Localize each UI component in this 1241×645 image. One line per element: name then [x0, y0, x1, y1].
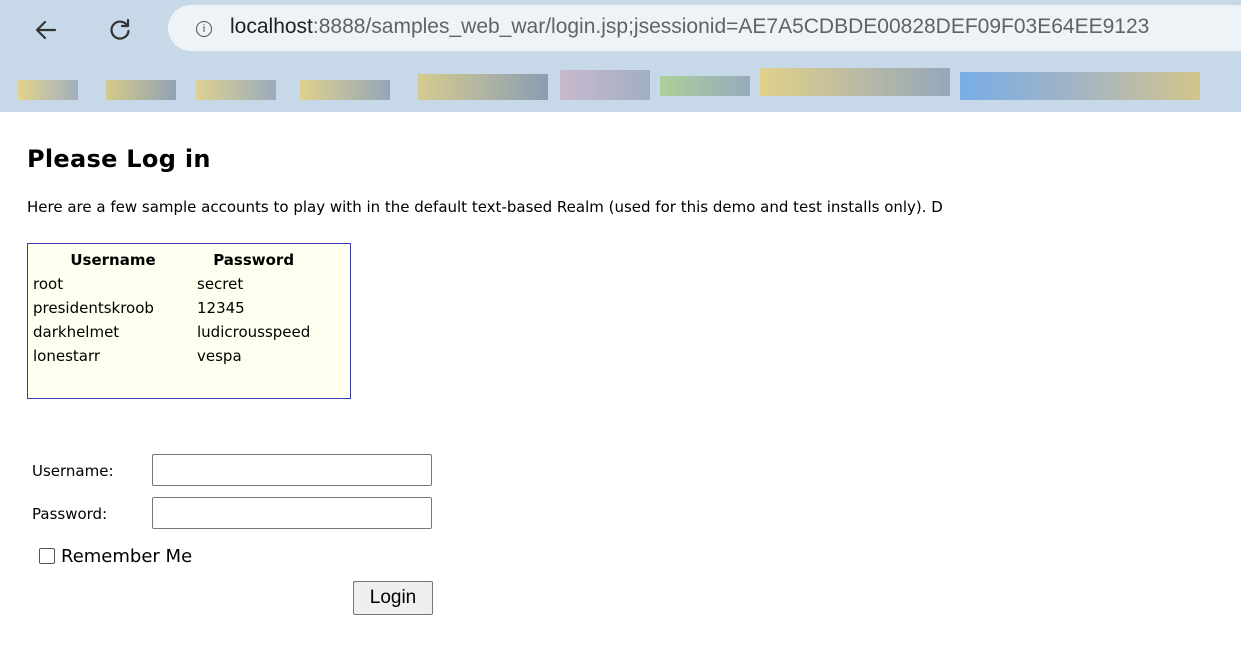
column-header-password: Password — [213, 251, 295, 269]
bookmark-item[interactable] — [18, 80, 78, 100]
cell-password: vespa — [197, 347, 242, 365]
browser-toolbar: i localhost:8888/samples_web_war/login.j… — [0, 0, 1241, 112]
cell-username: presidentskroob — [33, 299, 154, 317]
url-text[interactable]: localhost:8888/samples_web_war/login.jsp… — [230, 15, 1149, 39]
sample-accounts-table: Username Password root secret presidents… — [27, 243, 351, 399]
table-row: root secret — [31, 272, 312, 296]
table-row: lonestarr vespa — [31, 344, 312, 368]
cell-password: ludicrousspeed — [197, 323, 311, 341]
cell-password: secret — [197, 275, 244, 293]
bookmarks-bar — [0, 60, 1241, 110]
password-label: Password: — [32, 505, 108, 523]
bookmark-item[interactable] — [196, 80, 276, 100]
username-label: Username: — [32, 462, 114, 480]
table-header-row: Username Password — [31, 248, 312, 272]
bookmark-item[interactable] — [418, 74, 548, 100]
cell-username: lonestarr — [33, 347, 101, 365]
remember-me-checkbox[interactable] — [39, 548, 55, 564]
bookmark-item[interactable] — [660, 76, 750, 96]
bookmark-item[interactable] — [760, 68, 950, 96]
bookmark-item[interactable] — [300, 80, 390, 100]
page-title: Please Log in — [27, 145, 211, 173]
table-row: darkhelmet ludicrousspeed — [31, 320, 312, 344]
info-icon[interactable]: i — [196, 21, 212, 37]
cell-username: darkhelmet — [33, 323, 120, 341]
back-arrow-icon — [35, 20, 57, 40]
column-header-username: Username — [70, 251, 156, 269]
reload-button[interactable] — [102, 12, 138, 48]
table-row: presidentskroob 12345 — [31, 296, 312, 320]
login-button[interactable]: Login — [353, 581, 433, 615]
bookmark-item[interactable] — [106, 80, 176, 100]
bookmark-item[interactable] — [560, 70, 650, 100]
intro-text: Here are a few sample accounts to play w… — [27, 198, 943, 216]
bookmark-item[interactable] — [960, 72, 1200, 100]
reload-icon — [110, 18, 130, 40]
username-field[interactable] — [152, 454, 432, 486]
back-button[interactable] — [28, 12, 64, 48]
url-path: :8888/samples_web_war/login.jsp;jsession… — [312, 15, 1150, 38]
url-host: localhost — [230, 15, 313, 38]
password-field[interactable] — [152, 497, 432, 529]
cell-username: root — [33, 275, 64, 293]
cell-password: 12345 — [197, 299, 245, 317]
remember-me-label[interactable]: Remember Me — [61, 546, 192, 567]
